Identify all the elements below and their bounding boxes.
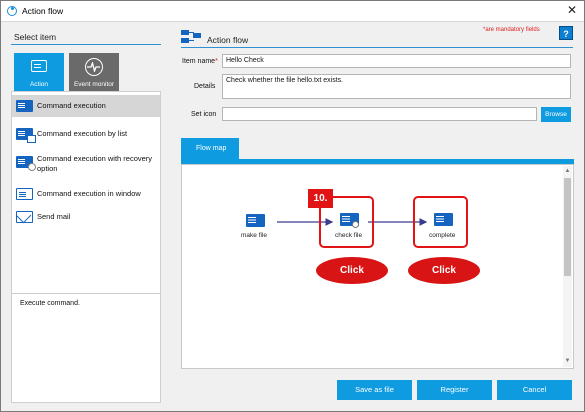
- flow-icon: [181, 30, 201, 44]
- details-field[interactable]: Check whether the file hello.txt exists.: [222, 74, 571, 99]
- list-item-command-execution[interactable]: Command execution: [12, 95, 160, 117]
- scrollbar-thumb[interactable]: [564, 178, 571, 276]
- tab-event-monitor-label: Event monitor: [73, 81, 115, 88]
- scroll-up-icon[interactable]: ▲: [564, 168, 571, 175]
- page-title: Action flow: [207, 35, 249, 45]
- list-item-label: Command execution with recovery option: [37, 154, 153, 173]
- command-window-icon: [16, 188, 33, 200]
- node-label: make file: [241, 232, 268, 239]
- item-description: Execute command.: [11, 293, 161, 403]
- tab-flow-map[interactable]: Flow map: [181, 138, 239, 160]
- list-item-label: Command execution by list: [37, 129, 128, 138]
- app-icon: [7, 6, 17, 16]
- details-label: Details: [194, 83, 216, 90]
- close-icon[interactable]: ✕: [567, 4, 577, 16]
- vertical-scrollbar[interactable]: ▲ ▼: [563, 166, 572, 367]
- command-recovery-icon: [16, 156, 36, 171]
- tab-event-monitor[interactable]: Event monitor: [69, 53, 119, 93]
- select-item-header: Select item: [11, 32, 161, 45]
- highlight-complete: [413, 196, 468, 248]
- set-icon-field[interactable]: [222, 107, 537, 121]
- item-name-field[interactable]: Hello Check: [222, 54, 571, 68]
- list-item-command-execution-by-list[interactable]: Command execution by list: [12, 123, 160, 145]
- register-button[interactable]: Register: [417, 380, 492, 400]
- action-flow-window: Action flow ✕ Select item Action Event m…: [0, 0, 585, 412]
- help-button[interactable]: ?: [559, 26, 573, 40]
- command-list-icon: [16, 128, 36, 143]
- mandatory-note: *are mandatory fields: [483, 27, 540, 33]
- item-name-label: Item name*: [182, 58, 218, 65]
- cancel-button[interactable]: Cancel: [497, 380, 572, 400]
- click-callout-check-file: Click: [316, 257, 388, 284]
- set-icon-label: Set icon: [191, 111, 217, 118]
- list-item-label: Command execution: [37, 101, 106, 110]
- list-item-send-mail[interactable]: Send mail: [12, 206, 160, 228]
- item-type-tabs: Action Event monitor: [11, 49, 161, 93]
- step-number-badge: 10.: [308, 189, 333, 208]
- browse-button[interactable]: Browse: [541, 107, 571, 122]
- list-item-command-execution-window[interactable]: Command execution in window: [12, 183, 160, 205]
- scroll-down-icon[interactable]: ▼: [564, 358, 571, 365]
- command-icon: [246, 214, 265, 227]
- mail-icon: [16, 211, 33, 223]
- tab-action[interactable]: Action: [14, 53, 64, 93]
- list-item-label: Command execution in window: [37, 189, 141, 198]
- list-item-label: Send mail: [37, 212, 71, 221]
- list-item-command-execution-recovery[interactable]: Command execution with recovery option: [12, 150, 160, 176]
- heartbeat-icon: [85, 58, 103, 76]
- action-item-list: Command execution Command execution by l…: [11, 91, 161, 317]
- save-as-file-button[interactable]: Save as file: [337, 380, 412, 400]
- command-icon: [16, 100, 33, 112]
- title-bar: Action flow ✕: [1, 1, 584, 22]
- tab-action-label: Action: [29, 81, 49, 88]
- window-title: Action flow: [22, 6, 64, 16]
- click-callout-complete: Click: [408, 257, 480, 284]
- command-icon: [31, 60, 47, 72]
- select-item-pane: Select item Action Event monitor Command…: [11, 32, 161, 403]
- action-flow-header: Action flow *are mandatory fields ?: [181, 26, 573, 48]
